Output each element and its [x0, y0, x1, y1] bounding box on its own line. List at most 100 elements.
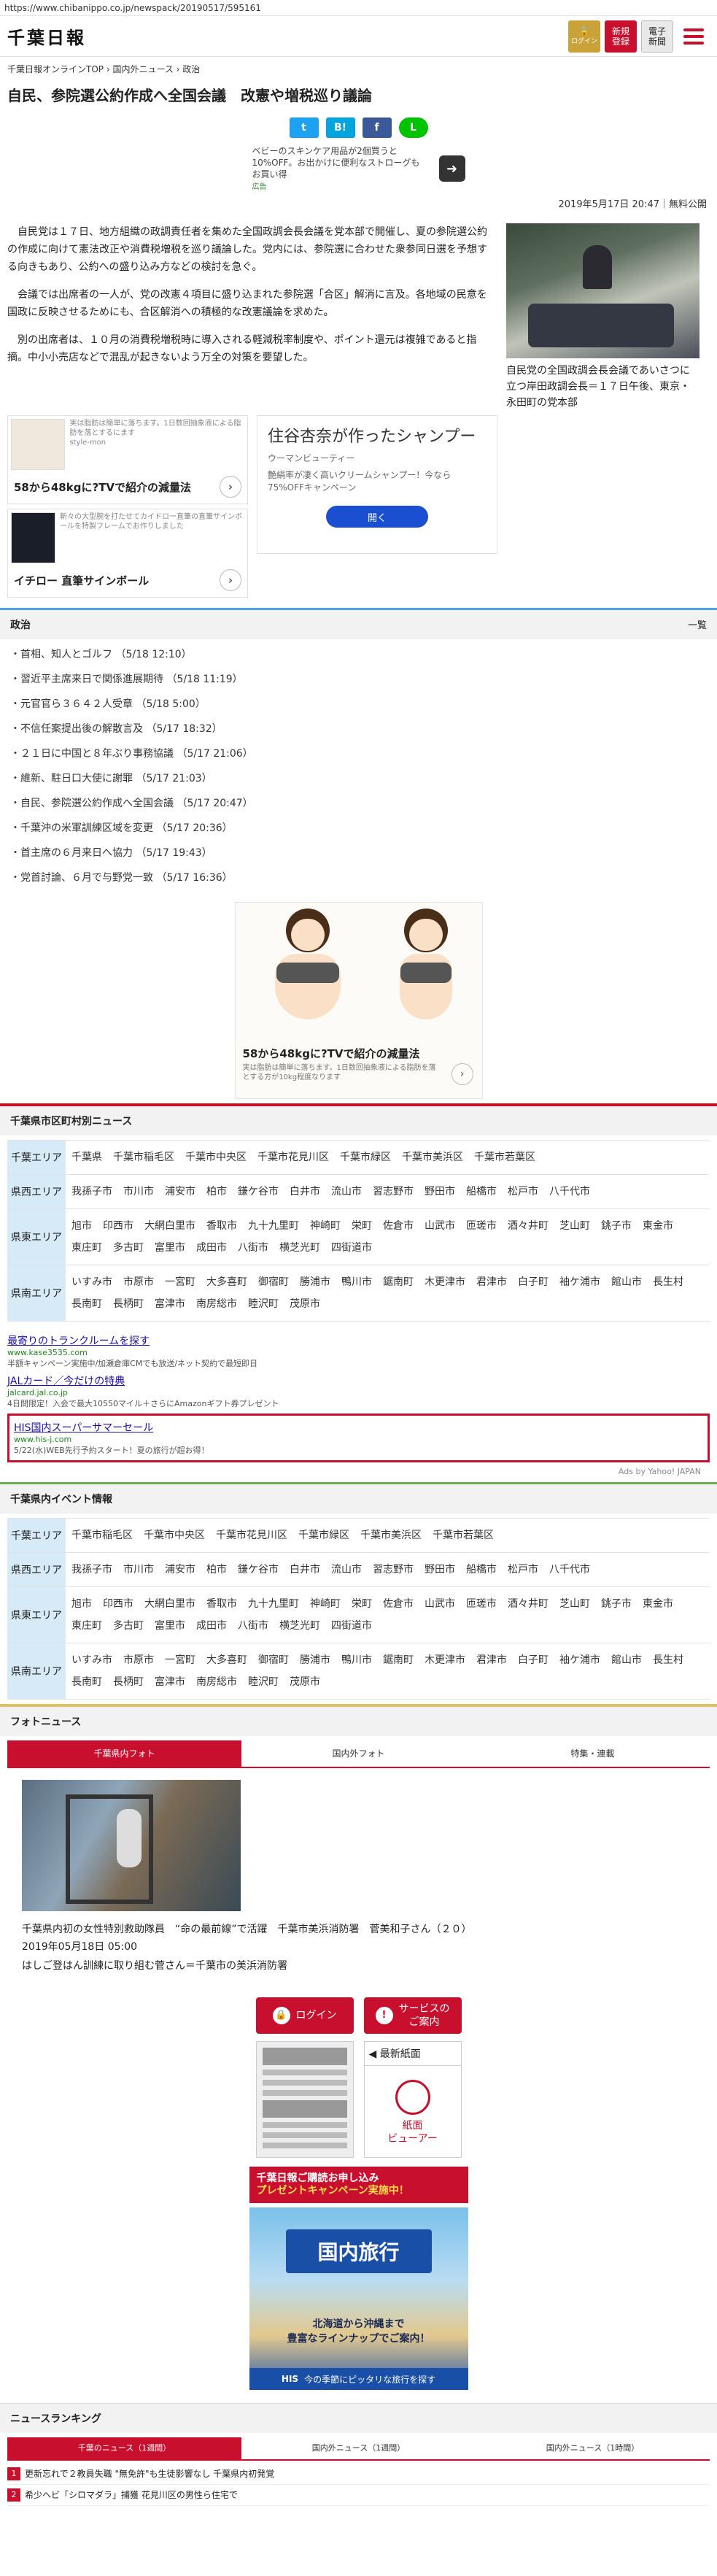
town-link[interactable]: 長生村	[653, 1649, 683, 1671]
featured-photo-title[interactable]: 千葉県内初の女性特別救助隊員 “命の最前線”で活躍 千葉市美浜消防署 菅美和子さ…	[22, 1921, 695, 1936]
town-link[interactable]: 神崎町	[310, 1215, 341, 1237]
town-link[interactable]: 銚子市	[601, 1215, 632, 1237]
town-link[interactable]: 香取市	[206, 1215, 237, 1237]
town-link[interactable]: 長南町	[71, 1293, 102, 1315]
latest-paper-label[interactable]: ◀ 最新紙面	[364, 2042, 461, 2066]
town-link[interactable]: 袖ケ浦市	[559, 1649, 600, 1671]
town-link[interactable]: 佐倉市	[383, 1215, 414, 1237]
article-photo-image[interactable]	[506, 223, 699, 358]
tab-national-photo[interactable]: 国内外フォト	[241, 1740, 476, 1768]
town-link[interactable]: 流山市	[331, 1559, 362, 1581]
town-link[interactable]: 柏市	[206, 1559, 227, 1581]
town-link[interactable]: 浦安市	[165, 1559, 195, 1581]
town-link[interactable]: 千葉県	[71, 1146, 102, 1168]
town-link[interactable]: 千葉市花見川区	[216, 1524, 287, 1546]
town-link[interactable]: 香取市	[206, 1593, 237, 1615]
tab-national-hourly[interactable]: 国内外ニュース（1時間）	[476, 2437, 710, 2461]
town-link[interactable]: 八街市	[238, 1615, 268, 1637]
tab-national-weekly[interactable]: 国内外ニュース（1週間）	[241, 2437, 476, 2461]
town-link[interactable]: 東庄町	[71, 1615, 102, 1637]
text-ad[interactable]: 最寄りのトランクルームを探す www.kase3535.com 半額キャンペーン…	[7, 1333, 710, 1369]
town-link[interactable]: 君津市	[476, 1649, 507, 1671]
town-link[interactable]: 長柄町	[113, 1293, 144, 1315]
arrow-right-icon[interactable]: ➜	[438, 155, 465, 182]
town-link[interactable]: 市川市	[123, 1181, 154, 1203]
login-button[interactable]: 🔒 ログイン	[568, 20, 600, 53]
town-link[interactable]: 東庄町	[71, 1237, 102, 1259]
town-link[interactable]: 大網白里市	[144, 1593, 195, 1615]
town-link[interactable]: 南房総市	[196, 1671, 237, 1693]
town-link[interactable]: 富里市	[155, 1615, 185, 1637]
list-item[interactable]: ２１日に中国と８年ぶり事務協議 （5/17 21:06）	[7, 741, 710, 766]
list-item[interactable]: 党首討論、６月で与野党一致 （5/17 16:36）	[7, 865, 710, 890]
ad-ichiro[interactable]: 斬々の大型腕を打たせてカイドロー直筆の直筆サインボールを特製フレームでお作りしま…	[7, 509, 248, 598]
town-link[interactable]: 鴨川市	[341, 1271, 372, 1293]
town-link[interactable]: 大多喜町	[206, 1649, 247, 1671]
town-link[interactable]: 四街道市	[331, 1615, 372, 1637]
text-ad-title[interactable]: HIS国内スーパーサマーセール	[14, 1420, 703, 1435]
town-link[interactable]: 千葉市中央区	[185, 1146, 247, 1168]
town-link[interactable]: 旭市	[71, 1215, 92, 1237]
town-link[interactable]: 千葉市美浜区	[402, 1146, 463, 1168]
town-link[interactable]: 九十九里町	[248, 1215, 299, 1237]
town-link[interactable]: 千葉市緑区	[298, 1524, 349, 1546]
town-link[interactable]: 一宮町	[165, 1649, 195, 1671]
service-guide-button[interactable]: ! サービスの ご案内	[363, 1997, 462, 2034]
town-link[interactable]: 市川市	[123, 1559, 154, 1581]
chevron-right-icon[interactable]: ›	[451, 1063, 473, 1085]
town-link[interactable]: 船橋市	[466, 1559, 497, 1581]
tab-chiba-weekly[interactable]: 千葉のニュース（1週間）	[7, 2437, 241, 2461]
town-link[interactable]: 鋸南町	[383, 1649, 414, 1671]
town-link[interactable]: 千葉市花見川区	[257, 1146, 329, 1168]
ad-shampoo[interactable]: 住谷杏奈が作ったシャンプー ウーマンビューティー 艶絹率が凄く高いクリームシャン…	[257, 415, 497, 554]
center-ad-diet[interactable]: 58から48kgに?TVで紹介の減量法 実は脂肪は簡単に落ちます。1日数回抽象液…	[234, 902, 483, 1099]
twitter-share-icon[interactable]: t	[289, 117, 319, 138]
town-link[interactable]: 成田市	[196, 1615, 227, 1637]
town-link[interactable]: 我孫子市	[71, 1181, 112, 1203]
town-link[interactable]: 八千代市	[549, 1181, 590, 1203]
register-button[interactable]: 新規 登録	[605, 20, 637, 53]
town-link[interactable]: 我孫子市	[71, 1559, 112, 1581]
town-link[interactable]: 長南町	[71, 1671, 102, 1693]
town-link[interactable]: いすみ市	[71, 1271, 112, 1293]
town-link[interactable]: 八千代市	[549, 1559, 590, 1581]
list-item[interactable]: 習近平主席来日で関係進展期待 （5/18 11:19）	[7, 667, 710, 692]
text-ad-highlighted[interactable]: HIS国内スーパーサマーセール www.his-j.com 5/22(水)WEB…	[7, 1414, 710, 1462]
town-link[interactable]: 睦沢町	[248, 1293, 279, 1315]
epaper-button[interactable]: 電子 新聞	[641, 20, 673, 53]
chevron-right-icon[interactable]: ›	[220, 569, 241, 591]
town-link[interactable]: 野田市	[425, 1181, 455, 1203]
town-link[interactable]: 勝浦市	[300, 1271, 330, 1293]
tab-chiba-photo[interactable]: 千葉県内フォト	[7, 1740, 241, 1768]
town-link[interactable]: いすみ市	[71, 1649, 112, 1671]
town-link[interactable]: 柏市	[206, 1181, 227, 1203]
town-link[interactable]: 勝浦市	[300, 1649, 330, 1671]
town-link[interactable]: 習志野市	[373, 1559, 414, 1581]
town-link[interactable]: 芝山町	[559, 1215, 590, 1237]
town-link[interactable]: 館山市	[611, 1271, 642, 1293]
town-link[interactable]: 千葉市緑区	[340, 1146, 391, 1168]
town-link[interactable]: 千葉市若葉区	[433, 1524, 494, 1546]
text-ad-title[interactable]: JALカード／今だけの特典	[7, 1373, 710, 1388]
town-link[interactable]: 御宿町	[258, 1649, 289, 1671]
town-link[interactable]: 東金市	[643, 1593, 673, 1615]
town-link[interactable]: 御宿町	[258, 1271, 289, 1293]
line-share-icon[interactable]: L	[398, 117, 428, 138]
town-link[interactable]: 市原市	[123, 1649, 154, 1671]
town-link[interactable]: 大網白里市	[144, 1215, 195, 1237]
chevron-right-icon[interactable]: ›	[220, 476, 241, 498]
town-link[interactable]: 八街市	[238, 1237, 268, 1259]
town-link[interactable]: 芝山町	[559, 1593, 590, 1615]
town-link[interactable]: 千葉市若葉区	[474, 1146, 535, 1168]
town-link[interactable]: 富津市	[155, 1671, 185, 1693]
list-item[interactable]: 首相、知人とゴルフ （5/18 12:10）	[7, 642, 710, 667]
town-link[interactable]: 東金市	[643, 1215, 673, 1237]
town-link[interactable]: 千葉市稲毛区	[113, 1146, 174, 1168]
featured-photo-image[interactable]	[22, 1780, 241, 1911]
town-link[interactable]: 白井市	[290, 1559, 320, 1581]
town-link[interactable]: 印西市	[103, 1215, 133, 1237]
paper-viewer-box[interactable]: ◀ 最新紙面 紙面 ビューアー	[363, 2041, 462, 2158]
list-item[interactable]: 首主席の６月来日へ協力 （5/17 19:43）	[7, 841, 710, 865]
town-link[interactable]: 多古町	[113, 1615, 144, 1637]
town-link[interactable]: 成田市	[196, 1237, 227, 1259]
